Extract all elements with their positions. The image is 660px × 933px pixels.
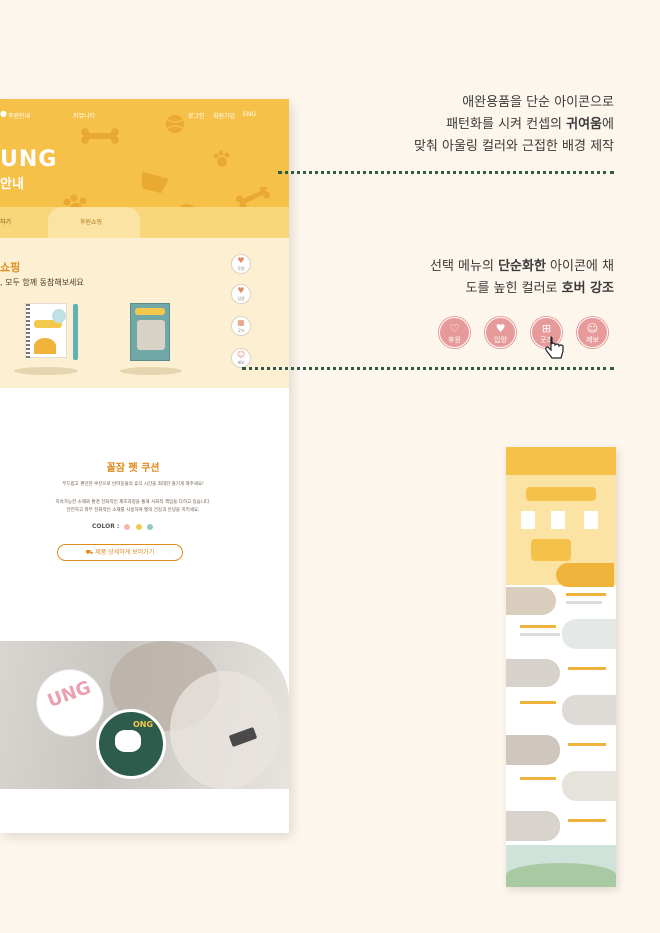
bone-icon: [236, 187, 270, 207]
brand-logo-text: UNG: [0, 147, 58, 172]
griptok-dog: ONG: [96, 709, 166, 779]
annotation-pattern-line2: 패턴화를 시켜 컨셉의 귀여움에: [446, 117, 614, 132]
nav-item-login[interactable]: 로그인: [188, 111, 205, 120]
website-mockup: 후원안내 커뮤니티 로그인 회원가입 ENG ● UNG 안내 하기 후원쇼핑 …: [0, 99, 289, 833]
nav-item-guide[interactable]: 후원안내: [8, 111, 30, 120]
nav-item-lang[interactable]: ENG: [243, 111, 256, 118]
lifestyle-photo: UNG ONG: [0, 641, 289, 789]
product-notebook[interactable]: [25, 303, 67, 359]
side-menu-goods[interactable]: ▦ 굿즈: [231, 316, 251, 336]
product-pen[interactable]: [73, 304, 78, 360]
person-icon: ☺: [236, 350, 246, 359]
tab-support-shopping[interactable]: 후원쇼핑: [48, 207, 140, 238]
gift-icon: ▦: [237, 318, 245, 327]
shop-description: , 모두 함께 동참해보세요: [0, 278, 84, 287]
cart-icon: ⛟: [85, 549, 96, 556]
product-title: 꼴잠 펫 쿠션: [106, 463, 160, 474]
heart-hand-icon: ♡: [449, 322, 460, 335]
heart-paw-icon: ♥: [237, 286, 245, 295]
hover-icon-support[interactable]: ♡ 후원: [439, 317, 470, 348]
tab-support-shopping-label: 후원쇼핑: [80, 219, 103, 226]
annotation-hover-line1: 선택 메뉴의 단순화한 아이콘에 채: [430, 259, 614, 274]
color-swatch-teal[interactable]: [146, 523, 153, 530]
bone-icon: [81, 128, 119, 144]
tab-strip: [0, 207, 289, 238]
product-desc-2: 지속가능한 소재와 환경 친화적인 제조과정을 통해 사회적 책임을 다하고 있…: [55, 500, 211, 505]
heart-paw-icon: ♥: [495, 322, 506, 335]
hand-cursor-icon: [545, 336, 564, 359]
nav-item-join[interactable]: 회원가입: [213, 111, 235, 120]
heart-hand-icon: ♥: [237, 256, 245, 265]
food-bowl-icon: [141, 171, 170, 193]
product-photo-card[interactable]: [130, 303, 170, 361]
product-desc-1: 부드럽고 편안한 쿠션으로 반려동물의 휴식 시간을 최대한 즐기게 해주세요!: [62, 482, 204, 487]
annotation-hover-line2: 도를 높힌 컬러로 호버 강조: [465, 281, 615, 296]
person-icon: ☺: [586, 322, 599, 335]
shop-title: 쇼핑: [0, 261, 21, 274]
hero-subtitle: 안내: [0, 177, 24, 192]
annotation-pattern-line3: 맞춰 아울링 컬러와 근접한 배경 제작: [413, 139, 614, 154]
product-shadow: [120, 367, 182, 375]
side-menu-report[interactable]: ☺ 제보: [231, 348, 251, 368]
tab-left[interactable]: 하기: [0, 217, 11, 226]
side-menu-support[interactable]: ♥ 후원: [231, 254, 251, 274]
annotation-pattern: 애완용품을 단순 아이콘으로 패턴화를 시켜 컨셉의 귀여움에 맞춰 아울링 컬…: [414, 92, 614, 158]
color-swatch-yellow[interactable]: [135, 523, 142, 530]
annotation-pointer-line: [242, 367, 614, 370]
side-menu-adopt[interactable]: ♥ 입양: [231, 284, 251, 304]
annotation-pointer-line: [278, 171, 614, 174]
ball-icon: [166, 115, 184, 133]
gift-icon: ⊞: [541, 322, 552, 335]
griptok-rainbow: UNG: [36, 669, 104, 737]
full-page-preview: [506, 447, 616, 887]
color-swatch-pink[interactable]: [124, 523, 131, 530]
product-shadow: [14, 367, 78, 375]
nav-paw-icon: ●: [0, 109, 7, 118]
product-detail-button[interactable]: ⛟ 제품 상세하게 보러가기: [57, 544, 183, 561]
annotation-hover: 선택 메뉴의 단순화한 아이콘에 채 도를 높힌 컬러로 호버 강조: [430, 256, 614, 300]
nav-item-community[interactable]: 커뮤니티: [73, 111, 95, 120]
hover-icon-adopt[interactable]: ♥ 입양: [485, 317, 516, 348]
hover-icon-report[interactable]: ☺ 제보: [577, 317, 608, 348]
paw-icon: [213, 150, 230, 167]
color-options: COLOR :: [92, 523, 153, 530]
color-label: COLOR :: [92, 523, 120, 530]
annotation-pattern-line1: 애완용품을 단순 아이콘으로: [462, 95, 614, 110]
product-desc-3: 안전하고 파부 친화적인 소재를 사용하여 펫의 건강과 안녕을 지키세요.: [66, 508, 200, 513]
